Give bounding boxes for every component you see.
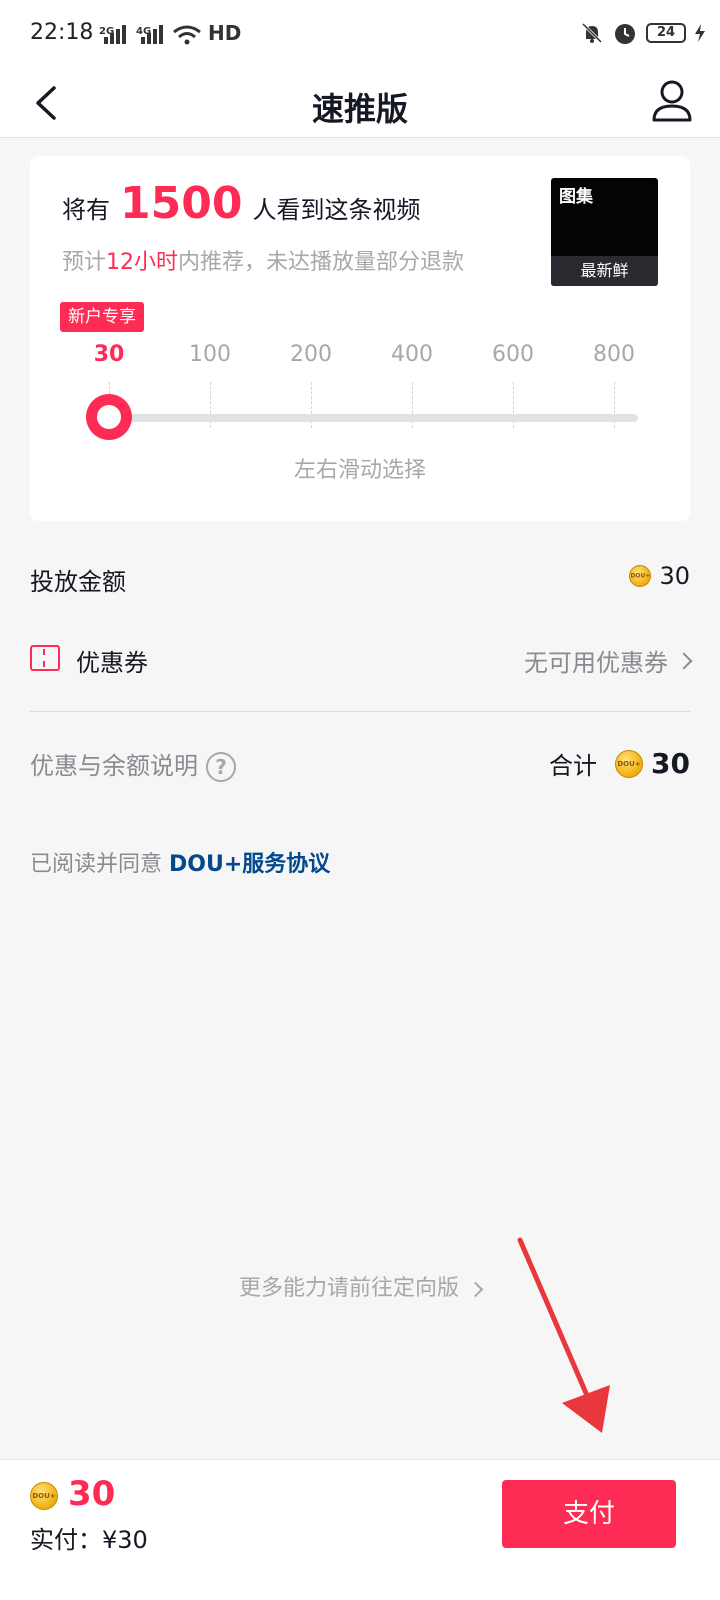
dou-coin-icon: [629, 565, 652, 587]
tick-label[interactable]: 100: [170, 342, 250, 367]
section-divider: [30, 711, 690, 712]
reach-sub-prefix: 预计: [62, 250, 107, 275]
help-icon[interactable]: ?: [206, 752, 236, 782]
tick-label[interactable]: 400: [372, 342, 452, 367]
reach-sub-highlight: 12小时: [106, 250, 179, 275]
user-profile-icon[interactable]: [650, 78, 694, 126]
reach-headline: 将有 1500 人看到这条视频: [62, 178, 420, 229]
agreement-text: 已阅读并同意 DOU+服务协议: [30, 846, 330, 878]
total-value: 30: [651, 747, 690, 780]
battery-icon: 24: [646, 23, 686, 43]
page-title: 速推版: [311, 90, 408, 128]
amount-label: 投放金额: [30, 568, 126, 596]
coupon-icon: [30, 645, 60, 671]
dou-coin-icon: [30, 1482, 58, 1510]
reach-subtitle: 预计12小时内推荐，未达播放量部分退款: [62, 244, 464, 276]
pay-button[interactable]: 支付: [502, 1480, 676, 1548]
annotation-arrow-icon: [517, 1237, 610, 1433]
reach-count: 1500: [120, 178, 243, 229]
signal-icon: [141, 24, 163, 44]
total-label: 合计: [549, 752, 598, 780]
amount-value: 30: [659, 562, 690, 590]
tick-label[interactable]: 200: [271, 342, 351, 367]
amount-slider-track[interactable]: [108, 414, 638, 422]
slider-hint: 左右滑动选择: [293, 458, 426, 483]
reach-sub-suffix: 内推荐，未达播放量部分退款: [178, 250, 465, 275]
total-group: 合计 30: [549, 746, 690, 781]
status-right-icons: 24: [580, 20, 706, 46]
dou-coin-icon: [615, 749, 644, 778]
agreement-prefix: 已阅读并同意: [30, 852, 169, 877]
chevron-right-icon: [467, 1281, 484, 1298]
service-agreement-link[interactable]: DOU+服务协议: [169, 852, 330, 877]
new-user-badge: 新户专享: [60, 302, 144, 332]
coupon-label: 优惠券: [76, 649, 148, 677]
discount-balance-note[interactable]: 优惠与余额说明?: [30, 746, 236, 782]
alarm-icon: [615, 24, 635, 44]
nav-bar: 速推版: [0, 68, 720, 138]
reach-suffix: 人看到这条视频: [252, 196, 421, 224]
tick-label[interactable]: 30: [69, 342, 149, 367]
hd-voice-label: HD: [208, 21, 242, 45]
discount-balance-label: 优惠与余额说明: [30, 752, 198, 780]
chevron-right-icon: [675, 652, 693, 669]
tick-label[interactable]: 800: [574, 342, 654, 367]
signal-icon: [104, 24, 126, 44]
actual-payment-label: 实付：¥30: [30, 1526, 148, 1554]
thumbnail-caption: 最新鲜: [551, 256, 658, 286]
targeted-version-label: 更多能力请前往定向版: [238, 1276, 459, 1301]
mute-bell-icon: [581, 22, 603, 44]
status-time: 22:18: [30, 20, 94, 45]
video-thumbnail[interactable]: 图集 最新鲜: [551, 178, 658, 286]
wifi-icon: [173, 25, 201, 45]
amount-slider-handle[interactable]: [86, 394, 132, 440]
checkout-bar: 30 实付：¥30 支付: [0, 1459, 720, 1600]
charging-icon: [695, 24, 705, 42]
reach-prefix: 将有: [62, 196, 110, 224]
status-bar: 22:18 2G 4G HD 24: [0, 0, 720, 68]
amount-row: 投放金额 30: [30, 562, 690, 596]
summary-row: 优惠与余额说明? 合计 30: [30, 746, 690, 782]
thumbnail-tag: 图集: [559, 187, 593, 207]
tick-label[interactable]: 600: [473, 342, 553, 367]
promotion-card: 将有 1500 人看到这条视频 预计12小时内推荐，未达播放量部分退款 图集 最…: [30, 156, 690, 521]
coupon-value: 无可用优惠券: [524, 649, 668, 677]
amount-value-group: 30: [629, 562, 690, 590]
coupon-row[interactable]: 优惠券 无可用优惠券: [30, 643, 693, 677]
checkout-total: 30: [68, 1474, 116, 1514]
coupon-value-group: 无可用优惠券: [524, 643, 693, 678]
